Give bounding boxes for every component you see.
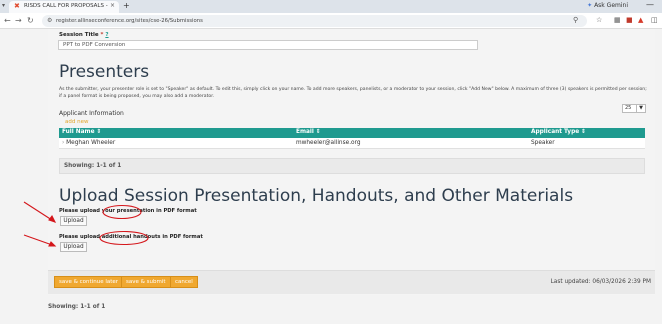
column-header-label: Full Name — [62, 129, 95, 135]
upload-presentation-button[interactable]: Upload — [60, 216, 87, 226]
column-header-label: Applicant Type — [531, 129, 580, 135]
close-icon[interactable]: × — [110, 2, 115, 9]
site-favicon-icon: ✖ — [14, 2, 20, 10]
column-header-applicant-type[interactable]: Applicant Type ⇕ — [531, 129, 586, 135]
last-updated-text: Last updated: 06/03/2026 2:39 PM — [550, 279, 651, 285]
handouts-upload-label: Please upload additional handouts in PDF… — [59, 234, 203, 240]
column-header-full-name[interactable]: Full Name ⇕ — [62, 129, 101, 135]
bottom-pagination-summary: Showing: 1-1 of 1 — [48, 304, 106, 310]
presenters-description: As the submitter, your presenter role is… — [59, 87, 647, 99]
cell-full-name-text: Meghan Wheeler — [66, 140, 116, 146]
side-panel-icon[interactable]: ◫ — [651, 16, 658, 24]
tab-title: RISDS CALL FOR PROPOSALS - — [24, 3, 108, 9]
site-info-icon[interactable]: ⚙ — [47, 15, 52, 27]
table-pagination-summary: Showing: 1-1 of 1 — [59, 158, 645, 174]
ask-gemini-button[interactable]: ✦ Ask Gemini — [587, 2, 628, 9]
session-title-label: Session Title * ? — [59, 32, 109, 38]
tab-search-icon[interactable]: ▾ — [2, 2, 5, 9]
cell-email: mwheeler@allinse.org — [296, 140, 361, 146]
gemini-icon: ✦ — [587, 2, 593, 9]
upload-heading: Upload Session Presentation, Handouts, a… — [59, 186, 574, 206]
back-arrow-icon[interactable]: ← — [4, 16, 11, 25]
add-new-link[interactable]: add new — [65, 119, 88, 125]
browser-tab-bar: ▾ ✖ RISDS CALL FOR PROPOSALS - × + ✦ Ask… — [0, 0, 662, 13]
help-link[interactable]: ? — [105, 32, 108, 38]
session-title-label-text: Session Title — [59, 32, 99, 38]
table-header: Full Name ⇕ Email ⇕ Applicant Type ⇕ — [59, 128, 645, 138]
forward-arrow-icon[interactable]: → — [15, 16, 22, 25]
save-continue-later-button[interactable]: save & continue later — [54, 276, 124, 288]
chevron-down-icon[interactable]: ▼ — [636, 104, 645, 113]
browser-tab[interactable]: ✖ RISDS CALL FOR PROPOSALS - × — [9, 1, 119, 13]
save-submit-button[interactable]: save & submit — [121, 276, 171, 288]
cancel-button[interactable]: cancel — [170, 276, 198, 288]
acrobat-icon[interactable]: ▲ — [638, 16, 643, 24]
row-caret-icon: › — [62, 140, 65, 146]
reload-icon[interactable]: ↻ — [27, 16, 34, 25]
ask-gemini-label: Ask Gemini — [594, 2, 628, 9]
per-page-select[interactable]: 25 ▼ — [622, 104, 646, 113]
session-title-input[interactable]: PPT to PDF Conversion — [58, 40, 478, 50]
minimize-icon[interactable]: — — [646, 0, 654, 9]
cell-full-name[interactable]: › Meghan Wheeler — [62, 140, 115, 146]
upload-handouts-button[interactable]: Upload — [60, 242, 87, 252]
cell-applicant-type: Speaker — [531, 140, 555, 146]
extension-icon[interactable]: ▦ — [614, 16, 621, 24]
column-header-email[interactable]: Email ⇕ — [296, 129, 321, 135]
bookmark-star-icon[interactable]: ☆ — [596, 16, 602, 24]
address-bar-row: ← → ↻ ⚙ register.allinseconference.org/s… — [0, 13, 662, 29]
zoom-icon[interactable]: ⚲ — [573, 16, 578, 24]
applicant-information-label: Applicant Information — [59, 110, 124, 117]
required-marker: * — [100, 32, 104, 38]
presenters-heading: Presenters — [59, 62, 150, 82]
table-row[interactable]: › Meghan Wheeler mwheeler@allinse.org Sp… — [59, 138, 645, 149]
new-tab-button[interactable]: + — [123, 1, 130, 11]
column-header-label: Email — [296, 129, 314, 135]
applicants-table: Full Name ⇕ Email ⇕ Applicant Type ⇕ › M… — [59, 128, 645, 149]
url-text: register.allinseconference.org/sites/cse… — [56, 18, 203, 24]
url-field[interactable]: ⚙ register.allinseconference.org/sites/c… — [42, 15, 587, 27]
per-page-value: 25 — [625, 105, 632, 111]
form-footer-bar: save & continue later save & submit canc… — [48, 270, 655, 294]
presentation-upload-label: Please upload your presentation in PDF f… — [59, 208, 197, 214]
pdf-extension-icon[interactable]: ■ — [626, 16, 633, 24]
